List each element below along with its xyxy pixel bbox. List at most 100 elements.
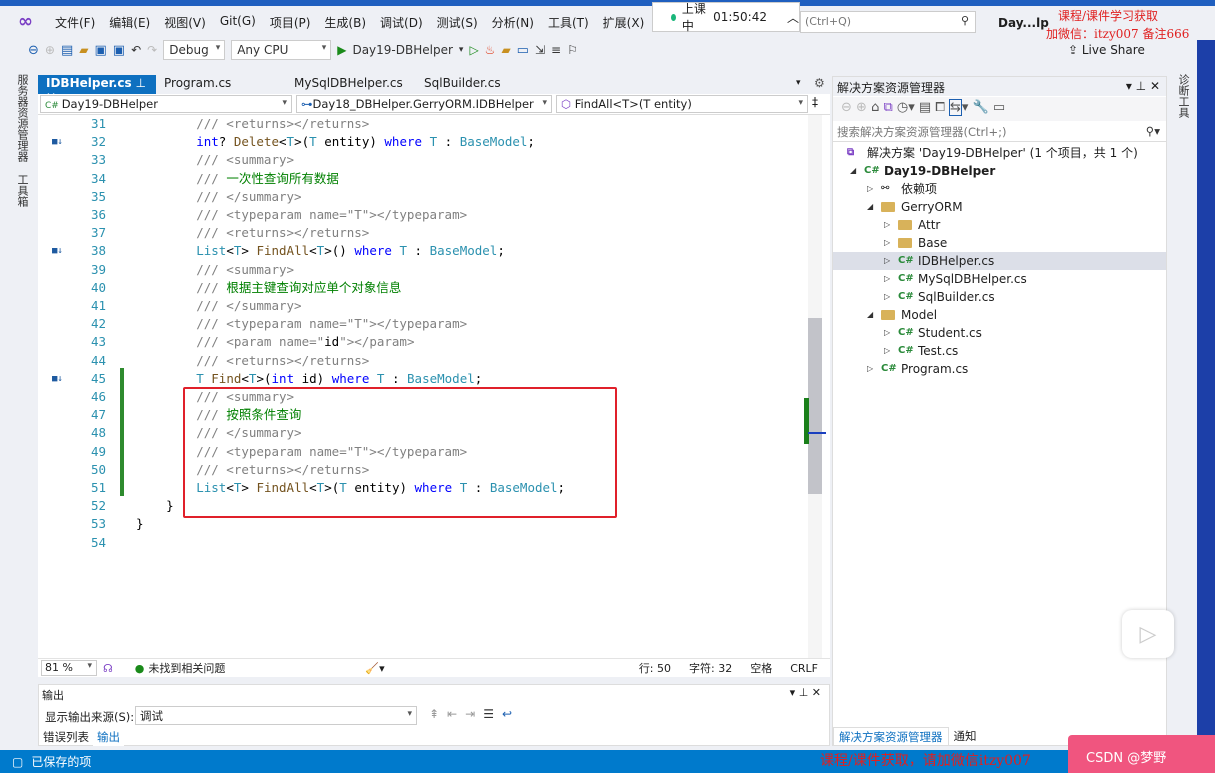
startup-project-button[interactable]: Day19-DBHelper [352, 43, 452, 57]
collapsed-arrow-icon[interactable]: ▷ [884, 324, 890, 342]
start-icon[interactable]: ▶ [337, 43, 346, 57]
clear-all-icon[interactable]: ☰ [483, 707, 502, 721]
video-play-icon[interactable]: ▷ [1122, 610, 1174, 658]
new-project-icon[interactable]: ▤ [61, 43, 73, 58]
close-icon[interactable]: ✕ [812, 686, 821, 699]
search-input[interactable]: (Ctrl+Q) ⚲ [800, 11, 976, 33]
tree-item[interactable]: ▷ Attr [833, 216, 1166, 234]
preview-icon[interactable]: ▭ [993, 100, 1005, 115]
notification-icon[interactable]: ▢ [12, 755, 23, 769]
pin-icon[interactable]: ⊥ [799, 686, 812, 699]
back-icon[interactable]: ⊖ ⊕ [841, 100, 871, 115]
type-nav-select[interactable]: ⊶Day18_DBHelper.GerryORM.IDBHelper ▾ [296, 95, 552, 113]
tree-item[interactable]: ▷ C# IDBHelper.cs [833, 252, 1166, 270]
output-source-select[interactable]: 调试 ▾ [135, 706, 417, 725]
platform-select[interactable]: Any CPU ▾ [231, 40, 332, 60]
expanded-arrow-icon[interactable]: ◢ [867, 306, 873, 324]
menu-item[interactable]: 调试(D) [373, 14, 430, 31]
tab-document[interactable]: Program.cs [156, 75, 286, 94]
tree-item[interactable]: ◢ GerryORM [833, 198, 1166, 216]
save-all-icon[interactable]: ▣ [113, 43, 125, 58]
tab-notifications[interactable]: 通知 [949, 727, 982, 746]
collapsed-arrow-icon[interactable]: ▷ [884, 216, 890, 234]
tab-document[interactable]: SqlBuilder.cs [416, 75, 546, 94]
next-message-icon[interactable]: ⇥ [465, 707, 483, 721]
menu-item[interactable]: 扩展(X) [596, 14, 652, 31]
save-icon[interactable]: ▣ [95, 43, 107, 58]
collapsed-arrow-icon[interactable]: ▷ [884, 288, 890, 306]
issues-status[interactable]: 未找到相关问题 [148, 660, 225, 676]
bookmark-icon[interactable]: ⚐ [567, 43, 578, 57]
solution-search-input[interactable]: 搜索解决方案资源管理器(Ctrl+;) ⚲▾ [833, 122, 1166, 142]
dropdown-icon[interactable]: ▾ [1126, 79, 1136, 93]
tab-solution-explorer[interactable]: 解决方案资源管理器 [833, 727, 949, 746]
tree-item[interactable]: ⧉ 解决方案 'Day19-DBHelper' (1 个项目，共 1 个) [833, 144, 1166, 162]
tree-item[interactable]: ▷ Base [833, 234, 1166, 252]
code-cleanup-icon[interactable]: 🧹▾ [365, 662, 384, 675]
split-editor-icon[interactable]: ‡ [812, 95, 818, 113]
implementation-marker-icon[interactable]: ■↓ [52, 133, 63, 151]
step-icon[interactable]: ⇲ [535, 43, 545, 57]
chevron-up-icon[interactable]: ︿ [787, 9, 799, 26]
start-without-debug-icon[interactable]: ▷ [469, 43, 478, 57]
sync-icon[interactable]: ⇆ [948, 99, 962, 116]
collapsed-arrow-icon[interactable]: ▷ [867, 360, 873, 378]
line-ending-status[interactable]: CRLF [790, 662, 818, 675]
project-nav-select[interactable]: C# Day19-DBHelper ▾ [40, 95, 292, 113]
scrollbar-thumb[interactable] [808, 318, 822, 494]
intellicode-icon[interactable]: ☊ [103, 662, 113, 675]
implementation-marker-icon[interactable]: ■↓ [52, 242, 63, 260]
tree-item[interactable]: ◢ C# Day19-DBHelper [833, 162, 1166, 180]
tab-output[interactable]: 输出 [93, 728, 124, 746]
collapsed-arrow-icon[interactable]: ▷ [884, 234, 890, 252]
open-folder-icon[interactable]: ▰ [79, 43, 88, 57]
tree-item[interactable]: ▷ C# SqlBuilder.cs [833, 288, 1166, 306]
configuration-select[interactable]: Debug ▾ [163, 40, 226, 60]
menu-item[interactable]: 编辑(E) [102, 14, 157, 31]
zoom-select[interactable]: 81 % ▾ [41, 660, 97, 676]
tree-item[interactable]: ◢ Model [833, 306, 1166, 324]
menu-item[interactable]: 生成(B) [317, 14, 373, 31]
prev-message-icon[interactable]: ⇤ [447, 707, 465, 721]
tree-item[interactable]: ▷ C# Test.cs [833, 342, 1166, 360]
implementation-marker-icon[interactable]: ■↓ [52, 370, 63, 388]
redo-icon[interactable]: ↷ [147, 43, 157, 57]
gear-icon[interactable]: ⚙ [814, 76, 825, 90]
home-icon[interactable]: ⌂ [871, 100, 883, 115]
switch-views-icon[interactable]: ⧉ [883, 100, 896, 115]
back-icon[interactable]: ⊖ [28, 43, 39, 58]
menu-item[interactable]: 分析(N) [485, 14, 541, 31]
tab-document[interactable]: IDBHelper.cs ⊥ ✕ [38, 75, 156, 104]
find-message-icon[interactable]: ⇞ [429, 707, 447, 721]
menu-item[interactable]: Git(G) [213, 14, 263, 31]
undo-icon[interactable]: ↶ [131, 43, 141, 57]
window-layout-icon[interactable]: ▭ [517, 43, 529, 58]
collapse-all-icon[interactable]: ▤ [919, 100, 935, 115]
tree-item[interactable]: ▷ C# Program.cs [833, 360, 1166, 378]
diagnostics-tab[interactable]: 诊断工具 [1175, 74, 1191, 118]
toolbox-tab[interactable]: 工具箱 [14, 174, 30, 207]
close-icon[interactable]: ✕ [1150, 79, 1160, 93]
tree-item[interactable]: ▷ C# MySqlDBHelper.cs [833, 270, 1166, 288]
collapsed-arrow-icon[interactable]: ▷ [884, 342, 890, 360]
live-share-button[interactable]: ⇪ Live Share [1068, 43, 1145, 57]
tree-item[interactable]: ▷ ⚯ 依赖项 [833, 180, 1166, 198]
menu-item[interactable]: 测试(S) [430, 14, 485, 31]
expanded-arrow-icon[interactable]: ◢ [867, 198, 873, 216]
tree-item[interactable]: ▷ C# Student.cs [833, 324, 1166, 342]
menu-item[interactable]: 文件(F) [48, 14, 102, 31]
indent-status[interactable]: 空格 [750, 660, 772, 676]
server-explorer-tab[interactable]: 服务器资源管理器 [14, 74, 30, 162]
hot-reload-icon[interactable]: ♨ [485, 43, 496, 57]
forward-icon[interactable]: ⊕ [45, 43, 55, 57]
collapsed-arrow-icon[interactable]: ▷ [867, 180, 873, 198]
collapsed-arrow-icon[interactable]: ▷ [884, 270, 890, 288]
collapsed-arrow-icon[interactable]: ▷ [884, 252, 890, 270]
properties-icon[interactable]: 🔧 [973, 100, 993, 115]
menu-item[interactable]: 视图(V) [157, 14, 213, 31]
tab-document[interactable]: MySqlDBHelper.cs [286, 75, 416, 94]
dropdown-icon[interactable]: ▾ [790, 686, 799, 699]
comment-icon[interactable]: ≡ [551, 43, 561, 57]
pin-icon[interactable]: ⊥ [1136, 79, 1150, 93]
menu-item[interactable]: 工具(T) [541, 14, 596, 31]
